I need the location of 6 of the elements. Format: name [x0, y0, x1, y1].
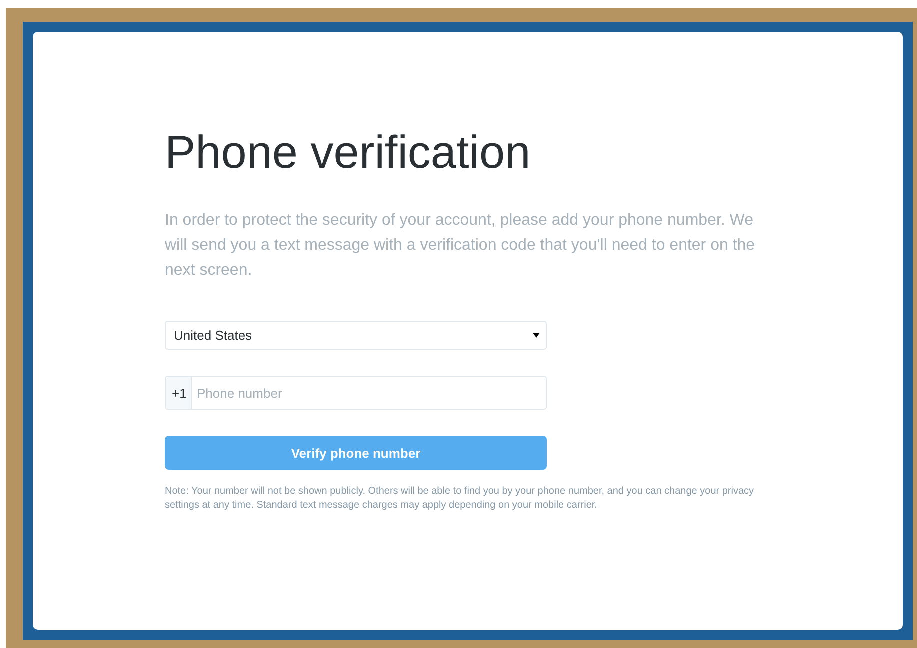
page-title: Phone verification: [165, 125, 532, 180]
caret-icon: [533, 333, 540, 338]
country-select[interactable]: United States: [165, 321, 547, 350]
country-code: +1: [166, 377, 192, 409]
note-text: Note: Your number will not be shown publicly. Others will be able to find you by your phone number, and you can change your privacy settings at any time. Standard text message charges may apply depending on your mobile carrier.: [165, 485, 756, 513]
intro-text: In order to protect the security of your account, please add your phone number. We will send you a text message with a verification code that you'll need to enter on the next screen.: [165, 211, 756, 281]
